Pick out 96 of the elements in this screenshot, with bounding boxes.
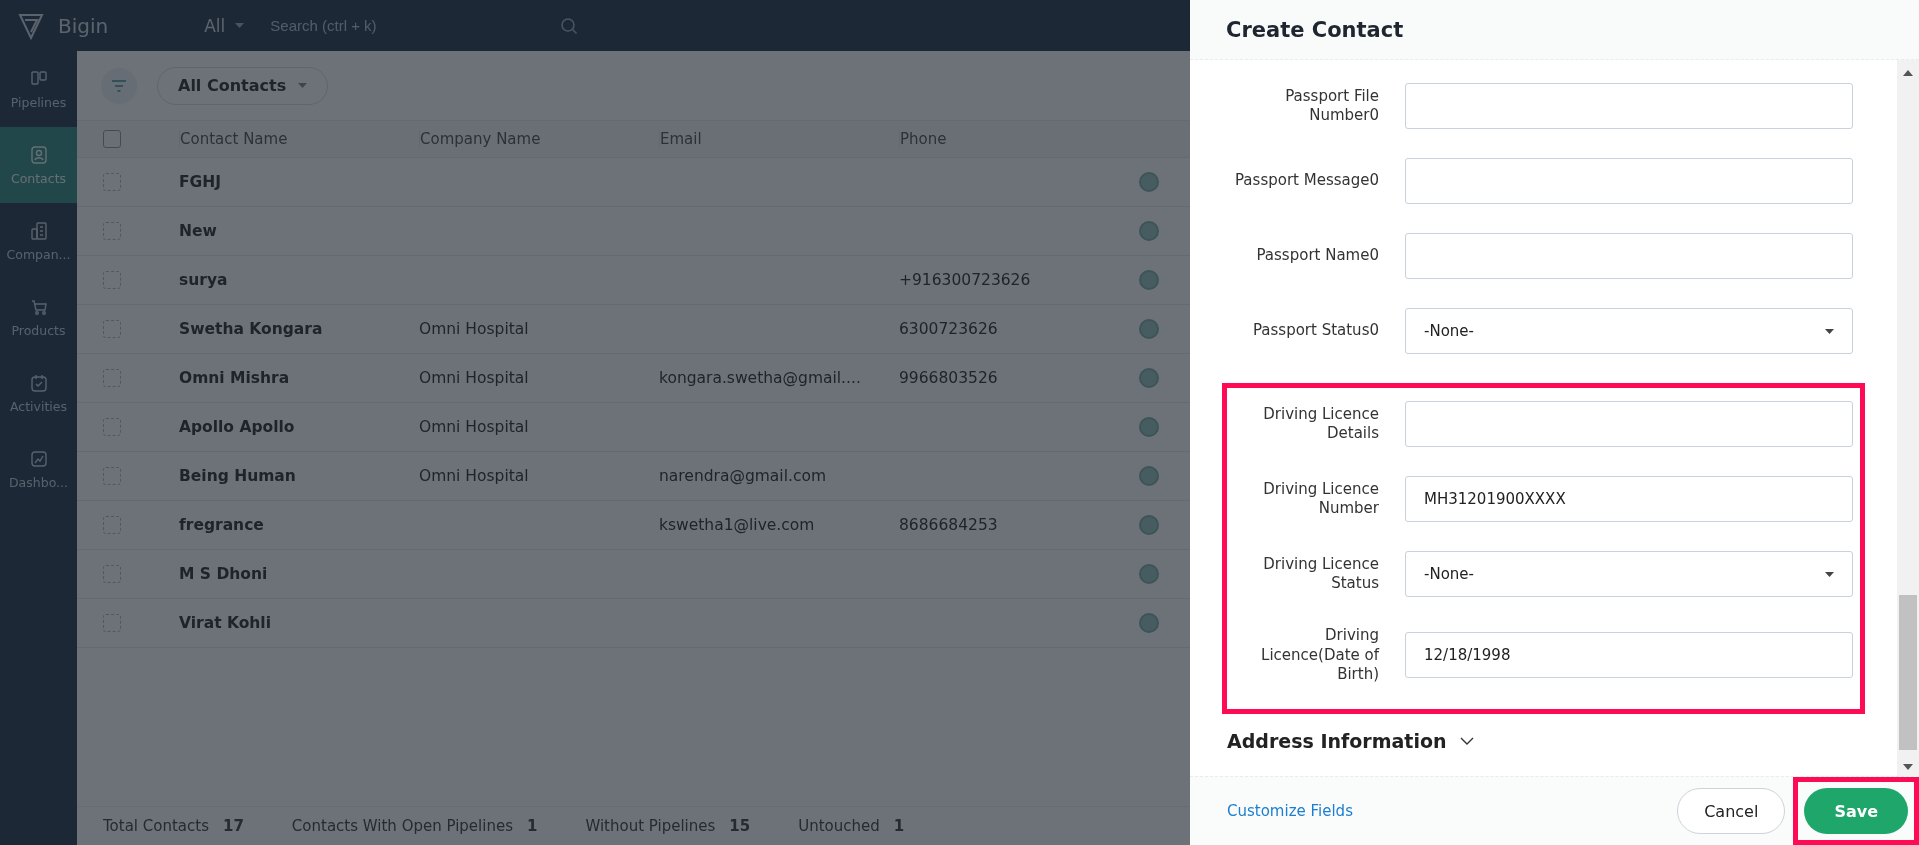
row-checkbox[interactable] bbox=[103, 271, 121, 289]
status-count: 15 bbox=[729, 817, 751, 835]
scroll-up-icon[interactable] bbox=[1903, 70, 1913, 76]
status-label: Without Pipelines bbox=[585, 817, 716, 835]
caret-icon bbox=[298, 82, 308, 89]
input-field[interactable]: MH31201900XXXX bbox=[1405, 476, 1853, 522]
contact-name-link[interactable]: surya bbox=[179, 271, 228, 289]
contact-name-link[interactable]: M S Dhoni bbox=[179, 565, 268, 583]
field-label: Driving Licence Status bbox=[1262, 554, 1379, 594]
table-cell: 8686684253 bbox=[899, 516, 998, 534]
row-checkbox[interactable] bbox=[103, 467, 121, 485]
scroll-down-icon[interactable] bbox=[1903, 764, 1913, 770]
row-checkbox[interactable] bbox=[103, 516, 121, 534]
caret-icon bbox=[1825, 571, 1834, 577]
activities-icon bbox=[28, 372, 49, 393]
panel-title: Create Contact bbox=[1226, 17, 1404, 42]
row-checkbox[interactable] bbox=[103, 565, 121, 583]
status-label: Untouched bbox=[798, 817, 880, 835]
avatar-icon bbox=[1139, 564, 1159, 584]
avatar-icon bbox=[1139, 515, 1159, 535]
field-label: Driving Licence(Date of Birth) bbox=[1260, 626, 1379, 685]
select-field[interactable]: -None- bbox=[1405, 308, 1853, 354]
column-header[interactable]: Email bbox=[659, 130, 702, 148]
field-label: Passport Message0 bbox=[1234, 171, 1379, 191]
contact-name-link[interactable]: fregrance bbox=[179, 516, 264, 534]
row-checkbox[interactable] bbox=[103, 418, 121, 436]
view-dropdown[interactable]: All Contacts bbox=[157, 66, 329, 105]
table-cell: +916300723626 bbox=[899, 271, 1031, 289]
chevron-icon bbox=[1460, 736, 1475, 745]
scroll-thumb[interactable] bbox=[1899, 595, 1917, 750]
contact-name-link[interactable]: Virat Kohli bbox=[179, 614, 271, 632]
row-checkbox[interactable] bbox=[103, 173, 121, 191]
status-label: Total Contacts bbox=[103, 817, 209, 835]
filter-button[interactable] bbox=[101, 67, 137, 104]
status-count: 1 bbox=[527, 817, 538, 835]
table-cell: Omni Hospital bbox=[419, 418, 529, 436]
avatar-icon bbox=[1139, 417, 1159, 437]
input-field[interactable] bbox=[1405, 158, 1853, 204]
search-icon[interactable] bbox=[560, 16, 579, 35]
field-label: Driving Licence Number bbox=[1262, 479, 1379, 519]
column-header[interactable]: Company Name bbox=[419, 130, 541, 148]
table-cell: 6300723626 bbox=[899, 320, 998, 338]
contact-name-link[interactable]: Omni Mishra bbox=[179, 369, 290, 387]
caret-icon bbox=[235, 22, 245, 29]
logo-icon bbox=[18, 11, 44, 40]
row-checkbox[interactable] bbox=[103, 222, 121, 240]
avatar-icon bbox=[1139, 270, 1159, 290]
contact-name-link[interactable]: Swetha Kongara bbox=[179, 320, 323, 338]
table-cell: narendra@gmail.com bbox=[659, 467, 826, 485]
field-label: Passport Name0 bbox=[1255, 246, 1379, 266]
status-count: 17 bbox=[223, 817, 244, 835]
column-header[interactable]: Contact Name bbox=[179, 130, 288, 148]
input-field[interactable] bbox=[1405, 83, 1853, 129]
avatar-icon bbox=[1139, 319, 1159, 339]
table-cell: Omni Hospital bbox=[419, 369, 529, 387]
app-name: Bigin bbox=[58, 13, 109, 38]
companies-icon bbox=[28, 220, 49, 241]
table-cell: Omni Hospital bbox=[419, 467, 529, 485]
table-cell: kongara.swetha@gmail.... bbox=[659, 369, 861, 387]
input-field[interactable] bbox=[1405, 401, 1853, 447]
field-label: Driving Licence Details bbox=[1262, 404, 1379, 444]
contact-name-link[interactable]: Apollo Apollo bbox=[179, 418, 295, 436]
input-field[interactable]: 12/18/1998 bbox=[1405, 632, 1853, 679]
row-checkbox[interactable] bbox=[103, 320, 121, 338]
contact-name-link[interactable]: FGHJ bbox=[179, 173, 222, 191]
table-cell: kswetha1@live.com bbox=[659, 516, 815, 534]
save-button[interactable]: Save bbox=[1804, 788, 1908, 834]
scrollbar[interactable] bbox=[1897, 60, 1919, 776]
scope-dropdown[interactable]: All bbox=[198, 14, 251, 37]
field-label: Passport Status0 bbox=[1251, 321, 1379, 341]
status-count: 1 bbox=[893, 817, 905, 835]
contact-name-link[interactable]: New bbox=[179, 222, 217, 240]
avatar-icon bbox=[1139, 368, 1159, 388]
avatar-icon bbox=[1139, 172, 1159, 192]
input-field[interactable] bbox=[1405, 233, 1853, 279]
contacts-icon bbox=[28, 144, 49, 165]
sidebar-item[interactable]: Contacts bbox=[0, 127, 77, 203]
avatar-icon bbox=[1139, 221, 1159, 241]
select-all-checkbox[interactable] bbox=[103, 130, 121, 148]
row-checkbox[interactable] bbox=[103, 369, 121, 387]
table-cell: 9966803526 bbox=[899, 369, 998, 387]
cancel-button[interactable]: Cancel bbox=[1677, 788, 1786, 834]
section-toggle[interactable]: Address Information bbox=[1227, 729, 1475, 752]
table-cell: Omni Hospital bbox=[419, 320, 529, 338]
customize-fields-link[interactable]: Customize Fields bbox=[1227, 802, 1353, 820]
field-label: Passport File Number0 bbox=[1284, 86, 1379, 126]
select-field[interactable]: -None- bbox=[1405, 551, 1853, 597]
row-checkbox[interactable] bbox=[103, 614, 121, 632]
filter-icon bbox=[111, 79, 127, 92]
status-label: Contacts With Open Pipelines bbox=[291, 817, 513, 835]
avatar-icon bbox=[1139, 613, 1159, 633]
dashboards-icon bbox=[28, 448, 49, 469]
column-header[interactable]: Phone bbox=[899, 130, 947, 148]
caret-icon bbox=[1825, 328, 1834, 334]
contact-name-link[interactable]: Being Human bbox=[179, 467, 296, 485]
avatar-icon bbox=[1139, 466, 1159, 486]
